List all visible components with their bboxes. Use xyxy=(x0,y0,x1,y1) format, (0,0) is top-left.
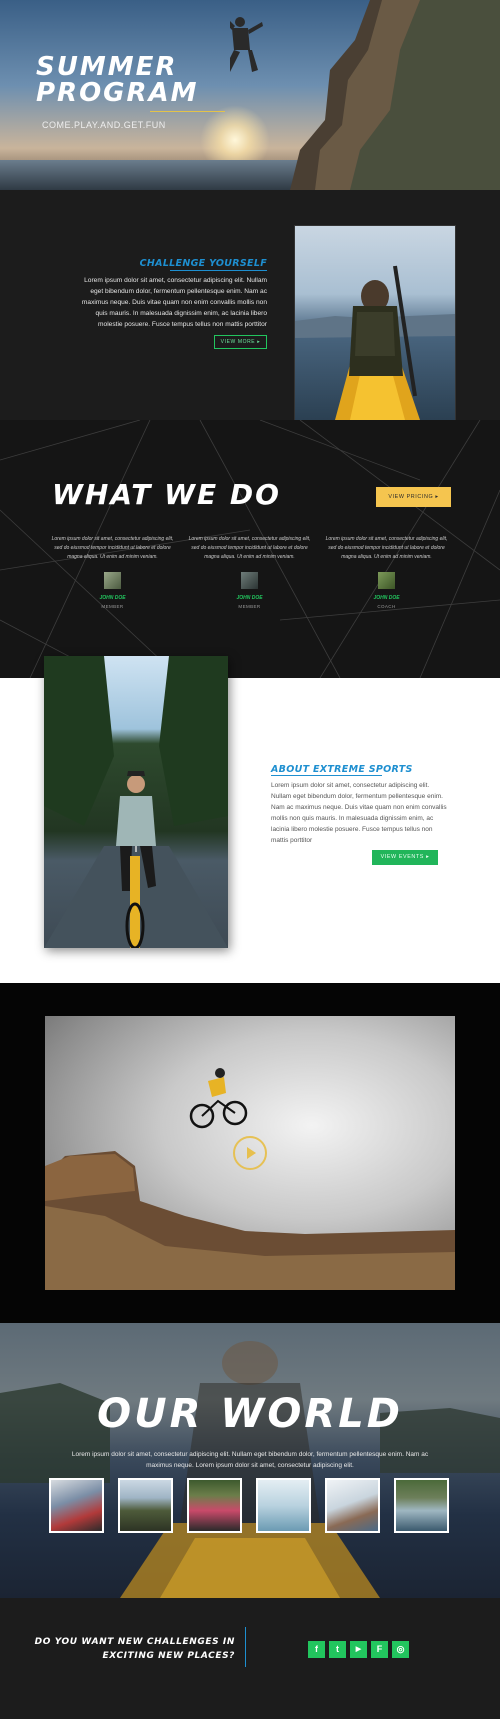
footer-divider xyxy=(245,1627,246,1667)
about-title-underline xyxy=(271,775,382,776)
twitter-icon[interactable]: t xyxy=(329,1641,346,1658)
gallery-thumbnail-runners[interactable] xyxy=(187,1478,242,1533)
gallery-thumbnail-rafting[interactable] xyxy=(394,1478,449,1533)
video-player[interactable] xyxy=(45,1016,455,1290)
view-events-button[interactable]: VIEW EVENTS ▸ xyxy=(372,850,438,865)
about-text: Lorem ipsum dolor sit amet, consectetur … xyxy=(271,782,447,844)
challenge-title: CHALLENGE YOURSELF xyxy=(139,258,267,269)
challenge-text: Lorem ipsum dolor sit amet, consectetur … xyxy=(81,277,267,328)
footer-question-line2: EXCITING NEW PLACES? xyxy=(102,1651,235,1661)
team-member-name: JOHN DOE xyxy=(236,595,263,601)
gallery-thumbnail-snowboard[interactable] xyxy=(325,1478,380,1533)
footer-section xyxy=(0,1598,500,1719)
team-member-card: Lorem ipsum dolor sit amet, consectetur … xyxy=(324,535,449,609)
our-world-text: Lorem ipsum dolor sit amet, consectetur … xyxy=(71,1451,429,1469)
gallery-thumbnail-cycling[interactable] xyxy=(49,1478,104,1533)
avatar xyxy=(104,572,121,589)
team-member-name: JOHN DOE xyxy=(99,595,126,601)
play-icon xyxy=(247,1147,256,1159)
gallery-thumbnail-wakeboard[interactable] xyxy=(256,1478,311,1533)
team-member-text: Lorem ipsum dolor sit amet, consectetur … xyxy=(51,536,174,560)
hero-section: SUMMER PROGRAM COME.PLAY.AND.GET.FUN xyxy=(0,0,500,190)
challenge-title-underline xyxy=(170,270,267,271)
gallery-thumbnail-hikers[interactable] xyxy=(118,1478,173,1533)
team-member-text: Lorem ipsum dolor sit amet, consectetur … xyxy=(188,536,311,560)
hero-title-rule xyxy=(150,111,225,112)
view-more-button[interactable]: VIEW MORE ▸ xyxy=(214,335,267,349)
cliff-image xyxy=(230,0,500,190)
hero-subtitle: COME.PLAY.AND.GET.FUN xyxy=(42,120,166,130)
instagram-icon[interactable]: ◎ xyxy=(392,1641,409,1658)
kayak-photo xyxy=(295,226,455,420)
avatar xyxy=(241,572,258,589)
avatar xyxy=(378,572,395,589)
our-world-title: OUR WORLD xyxy=(97,1391,403,1437)
view-pricing-button[interactable]: VIEW PRICING ▸ xyxy=(376,487,451,507)
foursquare-icon[interactable]: F xyxy=(371,1641,388,1658)
hero-title: SUMMER PROGRAM xyxy=(36,52,199,108)
team-member-name: JOHN DOE xyxy=(373,595,400,601)
play-button[interactable] xyxy=(233,1136,267,1170)
what-we-do-title: WHAT WE DO xyxy=(52,478,281,511)
about-title: ABOUT EXTREME SPORTS xyxy=(271,764,413,775)
footer-question-line1: DO YOU WANT NEW CHALLENGES IN xyxy=(34,1637,235,1647)
team-member-card: Lorem ipsum dolor sit amet, consectetur … xyxy=(50,535,175,609)
team-member-role: COACH xyxy=(377,604,396,609)
cyclist-photo xyxy=(44,656,228,948)
team-member-text: Lorem ipsum dolor sit amet, consectetur … xyxy=(325,536,448,560)
team-member-role: MEMBER xyxy=(238,604,261,609)
team-member-card: Lorem ipsum dolor sit amet, consectetur … xyxy=(187,535,312,609)
facebook-icon[interactable]: f xyxy=(308,1641,325,1658)
youtube-icon[interactable]: ▶ xyxy=(350,1641,367,1658)
team-member-role: MEMBER xyxy=(101,604,124,609)
